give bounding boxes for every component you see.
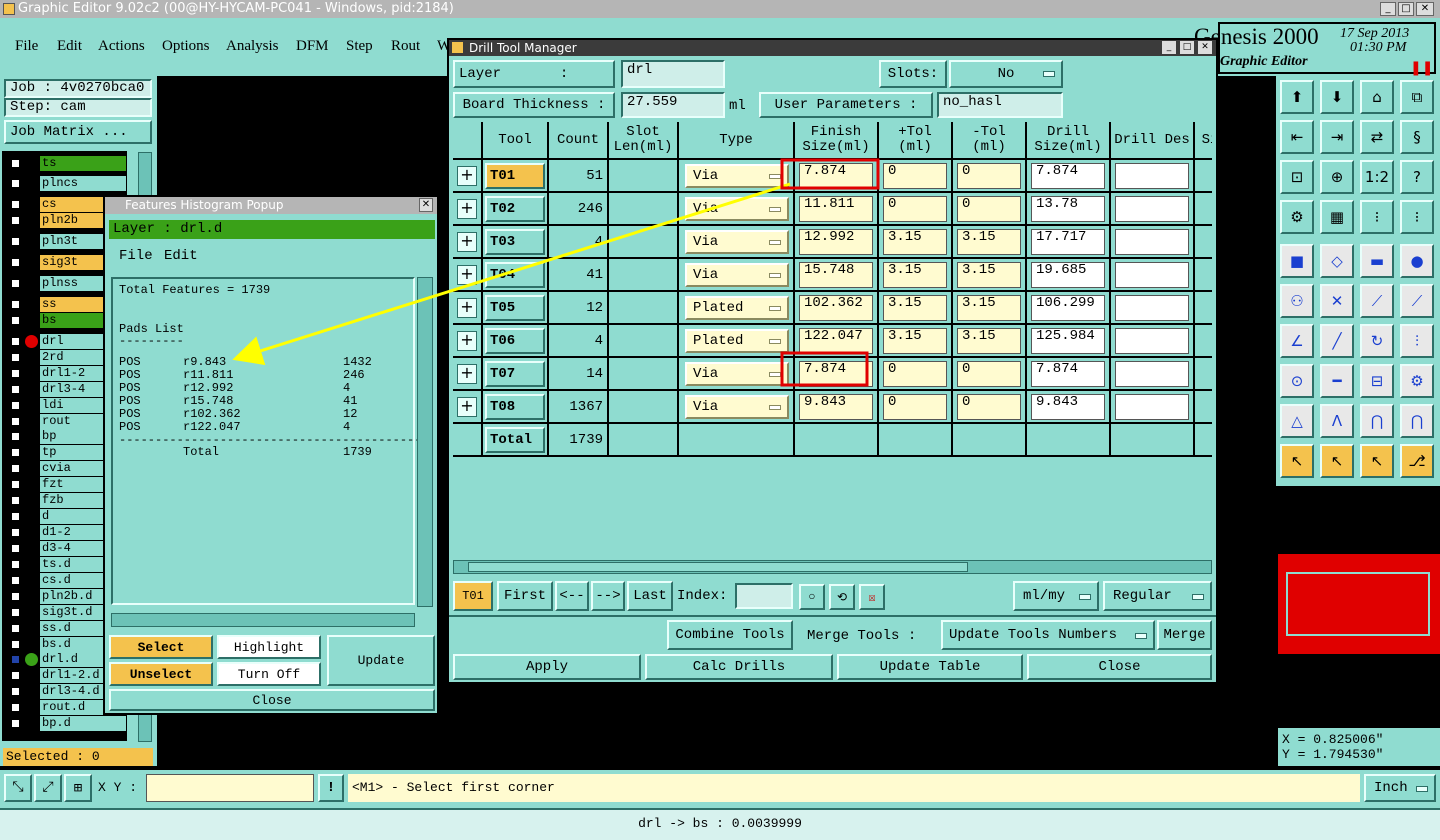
annotation-box-t01 xyxy=(780,158,880,190)
annotation-box-t07 xyxy=(780,351,869,387)
annotation-overlay xyxy=(232,158,880,387)
annotation-arrow xyxy=(232,182,791,366)
